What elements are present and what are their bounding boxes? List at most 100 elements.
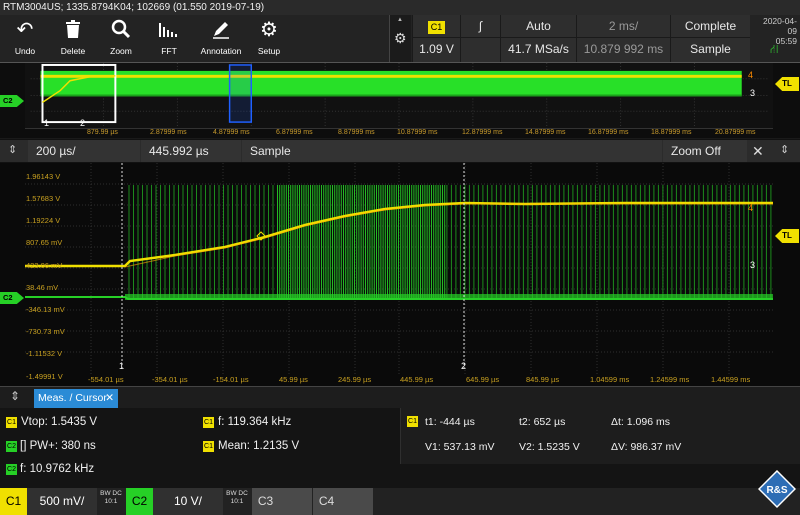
reference-marker-4: 4 xyxy=(748,203,754,213)
settings-toggle[interactable]: ▲ ⚙ xyxy=(389,15,411,62)
zoom-button[interactable]: Zoom xyxy=(97,15,145,62)
fft-button[interactable]: FFT xyxy=(145,15,193,62)
trigger-channel-badge: C1 xyxy=(427,21,446,34)
chevron-updown-icon[interactable]: ⇕ xyxy=(10,389,20,403)
network-icon: ⛙ xyxy=(770,42,779,56)
measurement-vtop[interactable]: C1 Vtop: 1.5435 V xyxy=(6,416,97,428)
y-axis-label: -1.11532 V xyxy=(26,349,63,358)
trigger-mode-cell[interactable]: Auto 41.7 MSa/s xyxy=(500,15,576,62)
x-axis-label: 1.44599 ms xyxy=(711,375,751,384)
time-scale: 2 ms/ xyxy=(577,15,670,38)
x-axis-label: -154.01 µs xyxy=(213,375,249,384)
x-axis-label: 1.24599 ms xyxy=(650,375,690,384)
overview-cursor-2: 2 xyxy=(80,118,86,128)
y-axis-label: 1.96143 V xyxy=(26,172,61,181)
close-icon[interactable]: ✕ xyxy=(752,143,764,160)
measurement-frequency-c2[interactable]: C2 f: 10.9762 kHz xyxy=(6,463,94,475)
measurement-pulse-width[interactable]: C2[] PW+: 380 ns xyxy=(6,440,96,452)
cursor-2-marker[interactable]: 2 xyxy=(461,361,466,371)
channel-1-scale: 500 mV/ xyxy=(27,488,97,515)
channel-2-badge: C2 xyxy=(126,488,153,515)
trigger-level-marker[interactable]: TL xyxy=(775,229,799,243)
trigger-source-cell[interactable]: C1 1.09 V xyxy=(412,15,460,62)
cursor-delta-t: Δt: 1.096 ms xyxy=(611,416,670,428)
channel-2-coupling: BW DC 10:1 xyxy=(226,490,248,505)
y-axis-label: 38.46 mV xyxy=(26,283,59,292)
acquisition-state-cell[interactable]: Complete Sample xyxy=(670,15,750,62)
gear-icon: ⚙ xyxy=(394,30,407,46)
zoom-off-button[interactable]: Zoom Off xyxy=(663,140,747,162)
channel-2-ground-marker[interactable]: C2 xyxy=(0,95,24,107)
window-title: RTM3004US; 1335.8794K04; 102669 (01.550 … xyxy=(0,0,800,15)
x-axis-label: -554.01 µs xyxy=(88,375,124,384)
overview-x-tick: 2.87999 ms xyxy=(150,129,187,136)
measurement-frequency-c1[interactable]: C1 f: 119.364 kHz xyxy=(203,416,291,428)
y-axis-label: 1.19224 V xyxy=(26,216,61,225)
overview-cursor-1: 1 xyxy=(44,118,50,128)
channel-4-button[interactable]: C4 xyxy=(313,488,373,515)
overview-x-tick: 20.87999 ms xyxy=(715,129,756,136)
overview-x-tick: 4.87999 ms xyxy=(213,129,250,136)
acquisition-state: Complete xyxy=(671,15,750,38)
overview-x-tick: 6.87999 ms xyxy=(276,129,313,136)
y-axis-label: -346.13 mV xyxy=(26,305,65,314)
fft-icon xyxy=(145,15,193,45)
overview-x-tick: 18.87999 ms xyxy=(651,129,692,136)
overview-x-tick: 16.87999 ms xyxy=(588,129,629,136)
overview-x-tick: 879.99 µs xyxy=(87,129,118,136)
tab-meas-cursor[interactable]: Meas. / Cursor ✕ xyxy=(34,389,118,408)
x-axis-label: 645.99 µs xyxy=(466,375,500,384)
undo-icon: ↶ xyxy=(16,19,34,41)
pencil-icon xyxy=(195,15,247,45)
cursor-v2: V2: 1.5235 V xyxy=(519,441,580,453)
overview-panel[interactable]: C2 TL 4 3 1 2 879.99 µs 2.87999 ms 4.879… xyxy=(0,62,800,138)
cursor-v1: V1: 537.13 mV xyxy=(425,441,495,453)
channel-1-control[interactable]: C1 500 mV/ BW DC 10:1 xyxy=(0,488,125,515)
time-offset: 10.879 992 ms xyxy=(583,42,664,56)
cursor-delta-v: ΔV: 986.37 mV xyxy=(611,441,682,453)
trigger-level: 1.09 V xyxy=(419,42,454,56)
overview-x-tick: 14.87999 ms xyxy=(525,129,566,136)
chevron-updown-icon[interactable]: ⇕ xyxy=(8,143,17,156)
y-axis-label: 423.06 mV xyxy=(26,261,63,270)
zoom-acq-mode[interactable]: Sample xyxy=(242,140,662,162)
x-axis-label: 245.99 µs xyxy=(338,375,372,384)
trigger-level-marker[interactable]: TL xyxy=(775,77,799,91)
channel-1-coupling: BW DC 10:1 xyxy=(100,490,122,505)
channel-2-control[interactable]: C2 10 V/ BW DC 10:1 xyxy=(126,488,251,515)
zoom-plot-area[interactable]: 1.96143 V 1.57683 V 1.19224 V 807.65 mV … xyxy=(0,163,800,386)
channel-bar: C1 500 mV/ BW DC 10:1 C2 10 V/ BW DC 10:1 … xyxy=(0,488,800,515)
cursor-readout[interactable]: C1 t1: -444 µs t2: 652 µs Δt: 1.096 ms V… xyxy=(400,408,800,464)
measurement-panel: C1 Vtop: 1.5435 V C1 f: 119.364 kHz C2[] P… xyxy=(0,408,800,488)
channel-2-scale: 10 V/ xyxy=(153,488,223,515)
zoom-time-scale[interactable]: 200 µs/ xyxy=(28,140,140,162)
overview-x-tick: 8.87999 ms xyxy=(338,129,375,136)
channel-2-ground-marker[interactable]: C2 xyxy=(0,292,24,304)
rohde-schwarz-logo: R&S xyxy=(758,470,796,509)
chevron-updown-icon[interactable]: ⇕ xyxy=(780,143,789,156)
channel-1-badge: C1 xyxy=(0,488,27,515)
gear-icon: ⚙ xyxy=(260,19,278,41)
y-axis-label: 807.65 mV xyxy=(26,238,63,247)
trigger-slope-cell[interactable]: ∫ xyxy=(460,15,500,62)
y-axis-label: -1.49991 V xyxy=(26,372,63,381)
cursor-1-marker[interactable]: 1 xyxy=(119,361,124,371)
reference-marker-3: 3 xyxy=(750,260,756,270)
undo-button[interactable]: ↶ Undo xyxy=(1,15,49,62)
setup-button[interactable]: ⚙ Setup xyxy=(245,15,293,62)
zoom-waveform xyxy=(25,163,773,376)
close-icon[interactable]: ✕ xyxy=(105,389,114,408)
magnifier-icon xyxy=(97,15,145,45)
measurement-mean[interactable]: C1 Mean: 1.2135 V xyxy=(203,440,299,452)
overview-x-tick: 12.87999 ms xyxy=(462,129,503,136)
timebase-cell[interactable]: 2 ms/ 10.879 992 ms xyxy=(576,15,670,62)
overview-marker-3: 3 xyxy=(750,88,756,98)
zoom-position[interactable]: 445.992 µs xyxy=(141,140,241,162)
status-date: 2020-04-09 xyxy=(762,16,797,36)
chevron-up-icon: ▲ xyxy=(397,17,403,23)
x-axis-label: 445.99 µs xyxy=(400,375,434,384)
x-axis-label: -354.01 µs xyxy=(152,375,188,384)
delete-button[interactable]: Delete xyxy=(49,15,97,62)
annotation-button[interactable]: Annotation xyxy=(195,15,247,62)
channel-3-button[interactable]: C3 xyxy=(252,488,312,515)
